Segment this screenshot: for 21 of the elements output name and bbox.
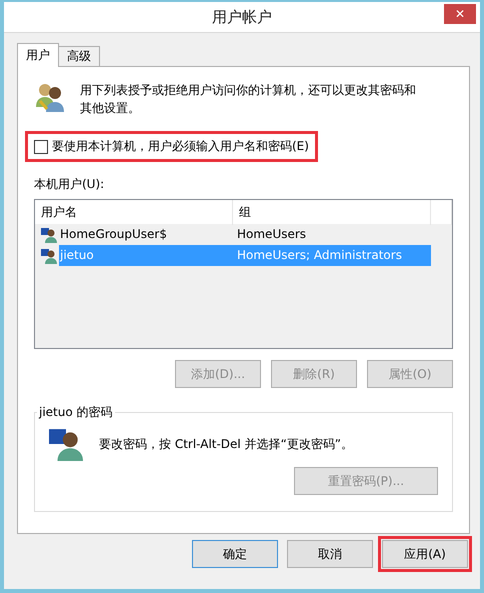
group-cell[interactable]: HomeUsers bbox=[233, 224, 431, 245]
dialog-button[interactable]: 确定 bbox=[192, 540, 278, 568]
column-header[interactable]: 组 bbox=[233, 200, 431, 225]
window-title: 用户帐户 bbox=[212, 8, 272, 26]
checkbox[interactable] bbox=[34, 140, 48, 154]
password-hint-text: 要改密码，按 Ctrl-Alt-Del 并选择“更改密码”。 bbox=[99, 436, 354, 452]
user-computer-icon bbox=[41, 226, 57, 242]
user-name-cell[interactable]: HomeGroupUser$ bbox=[59, 224, 233, 245]
tab[interactable]: 高级 bbox=[58, 46, 100, 67]
group-title: jietuo 的密码 bbox=[38, 404, 114, 421]
users-key-icon bbox=[34, 81, 66, 113]
close-button[interactable]: ✕ bbox=[444, 4, 476, 24]
description-text: 用下列表授予或拒绝用户访问你的计算机，还可以更改其密码和其他设置。 bbox=[80, 82, 417, 117]
user-computer-icon bbox=[41, 248, 57, 264]
users-label: 本机用户(U): bbox=[34, 176, 106, 193]
user-computer-icon bbox=[49, 427, 83, 461]
dialog-button[interactable]: 取消 bbox=[287, 540, 373, 568]
checkbox-label: 要使用本计算机，用户必须输入用户名和密码(E) bbox=[52, 138, 309, 155]
column-header[interactable]: 用户名 bbox=[35, 200, 233, 225]
tab[interactable]: 用户 bbox=[17, 43, 59, 67]
dialog-button[interactable]: 应用(A) bbox=[382, 540, 468, 568]
